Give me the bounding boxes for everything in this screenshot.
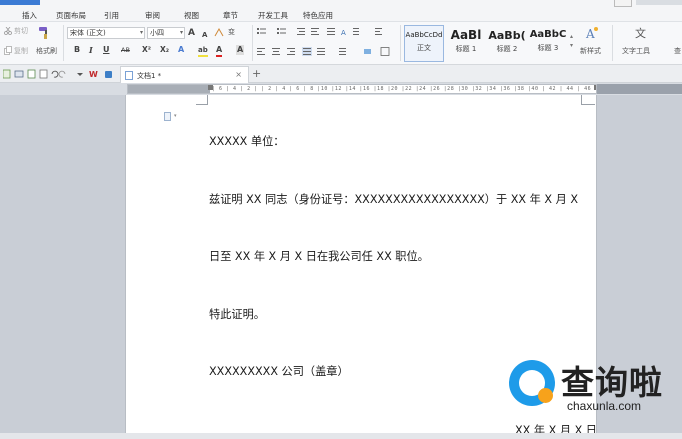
scissors-icon — [4, 27, 12, 35]
style-heading-1[interactable]: AaBl 标题 1 — [446, 25, 486, 62]
bold-button[interactable]: B — [74, 45, 80, 55]
style-sample: AaBbCcDd — [405, 31, 443, 39]
clear-format-icon[interactable] — [214, 28, 224, 37]
tab-insert[interactable]: 插入 — [22, 10, 37, 21]
quick-access-icons[interactable]: W — [3, 69, 115, 79]
new-tab-button[interactable]: + — [252, 67, 261, 80]
chevron-down-icon: ▾ — [139, 29, 143, 36]
tab-chapter[interactable]: 章节 — [223, 10, 238, 21]
ruler-margin-left — [128, 85, 210, 93]
svg-text:A: A — [585, 27, 595, 40]
format-painter-icon — [39, 27, 47, 39]
font-name-value: 宋体 (正文) — [70, 29, 106, 37]
divider — [400, 25, 401, 61]
list-and-indent-icons[interactable]: A — [257, 27, 397, 37]
strikethrough-button[interactable]: AB — [121, 45, 130, 55]
alignment-icons[interactable] — [257, 47, 397, 57]
tab-document[interactable]: 文档1 * × — [120, 66, 249, 83]
horizontal-ruler[interactable]: | 6 | 4 | 2 | | 2 | 4 | 6 | 8 |10 |12 |1… — [127, 84, 597, 94]
shrink-font-button[interactable]: A — [202, 30, 207, 40]
margin-corner-mark — [196, 95, 208, 105]
quick-access-tab-bar: W 文档1 * × + — [0, 65, 682, 83]
chevron-down-icon: ▾ — [179, 29, 183, 36]
menu-right-icon[interactable] — [614, 0, 632, 7]
style-name: 正文 — [417, 44, 431, 52]
format-painter-button[interactable]: 格式刷 — [36, 47, 57, 56]
svg-text:A: A — [341, 29, 346, 37]
tab-special-apps[interactable]: 特色应用 — [303, 10, 333, 21]
subscript-button[interactable]: X₂ — [160, 45, 169, 55]
cut-button[interactable]: 剪切 — [14, 27, 28, 36]
font-size-value: 小四 — [150, 29, 164, 37]
style-name: 标题 1 — [455, 45, 477, 53]
menu-bar: 插入 页面布局 引用 审阅 视图 章节 开发工具 特色应用 — [0, 0, 682, 22]
italic-button[interactable]: I — [89, 45, 93, 55]
new-style-icon: A — [585, 27, 598, 40]
divider — [63, 25, 64, 61]
style-heading-2[interactable]: AaBb( 标题 2 — [487, 25, 527, 62]
copy-icon — [4, 46, 12, 55]
font-color-button[interactable]: A — [216, 45, 223, 57]
watermark-logo: 查询啦 chaxunla.com — [505, 354, 682, 419]
grow-font-button[interactable]: A — [188, 28, 195, 38]
tab-review[interactable]: 审阅 — [145, 10, 160, 21]
style-normal[interactable]: AaBbCcDd 正文 — [404, 25, 444, 62]
ruler-bar: | 6 | 4 | 2 | | 2 | 4 | 6 | 8 |10 |12 |1… — [0, 83, 682, 95]
new-style-button[interactable]: 新样式 — [580, 47, 601, 56]
indent-marker[interactable] — [208, 85, 213, 90]
underline-button[interactable]: U — [103, 45, 110, 55]
tab-page-layout[interactable]: 页面布局 — [56, 10, 86, 21]
char-border-button[interactable]: A — [236, 45, 245, 55]
document-tab-title: 文档1 * — [137, 72, 162, 80]
style-gallery-scroll-icon[interactable]: ▴ ▾ — [570, 32, 573, 50]
ruler-ticks: | 6 | 4 | 2 | | 2 | 4 | 6 | 8 |10 |12 |1… — [212, 86, 592, 92]
app-menu-button[interactable] — [0, 0, 40, 5]
style-heading-3[interactable]: AaBbC 标题 3 — [528, 25, 568, 62]
document-icon — [125, 71, 133, 80]
chevron-down-icon: ▾ — [174, 113, 177, 119]
watermark-brand: 查询啦 — [561, 363, 663, 402]
ribbon-toolbar: 剪切 复制 格式刷 宋体 (正文) ▾ 小四 ▾ A A 变 B I U AB … — [0, 22, 682, 65]
style-sample: AaBbC — [529, 29, 567, 40]
ruler-margin-right — [597, 84, 682, 94]
style-name: 标题 2 — [496, 45, 518, 53]
font-name-select[interactable]: 宋体 (正文) ▾ — [67, 27, 145, 39]
tab-developer-tools[interactable]: 开发工具 — [258, 10, 288, 21]
text-effect-button[interactable]: A — [178, 45, 184, 55]
superscript-button[interactable]: X² — [142, 45, 151, 55]
paragraph[interactable]: 兹证明 XX 同志（身份证号：XXXXXXXXXXXXXXXXX）于 XX 年 … — [209, 191, 578, 207]
style-sample: AaBl — [450, 28, 482, 42]
watermark-url: chaxunla.com — [567, 399, 642, 413]
paragraph[interactable]: XXXXXXXXX 公司（盖章） — [209, 363, 349, 379]
paragraph[interactable]: 日至 XX 年 X 月 X 日在我公司任 XX 职位。 — [209, 248, 429, 264]
text-tools-icon: 文 — [635, 26, 646, 40]
font-size-select[interactable]: 小四 ▾ — [147, 27, 185, 39]
paragraph[interactable]: XXXXX 单位： — [209, 133, 284, 149]
highlight-button[interactable]: ab — [198, 45, 208, 57]
margin-corner-mark — [581, 95, 595, 105]
paragraph[interactable]: 特此证明。 — [209, 306, 265, 322]
tab-references[interactable]: 引用 — [104, 10, 119, 21]
style-name: 标题 3 — [537, 44, 559, 52]
svg-text:W: W — [89, 70, 98, 79]
wps-writer-window: 插入 页面布局 引用 审阅 视图 章节 开发工具 特色应用 剪切 复制 格式刷 … — [0, 0, 682, 439]
svg-text:文: 文 — [635, 26, 646, 40]
phonetic-guide-button[interactable]: 变 — [228, 28, 235, 37]
style-sample: AaBb( — [488, 29, 526, 42]
tab-view[interactable]: 视图 — [184, 10, 199, 21]
menu-hint-area — [636, 0, 682, 5]
close-tab-icon[interactable]: × — [235, 70, 242, 79]
divider — [612, 25, 613, 61]
divider — [252, 25, 253, 61]
status-bar — [0, 433, 682, 439]
text-tools-button[interactable]: 文字工具 — [622, 47, 650, 56]
copy-button[interactable]: 复制 — [14, 47, 28, 56]
find-replace-button[interactable]: 查 — [674, 47, 681, 56]
document-icon[interactable] — [164, 112, 171, 121]
